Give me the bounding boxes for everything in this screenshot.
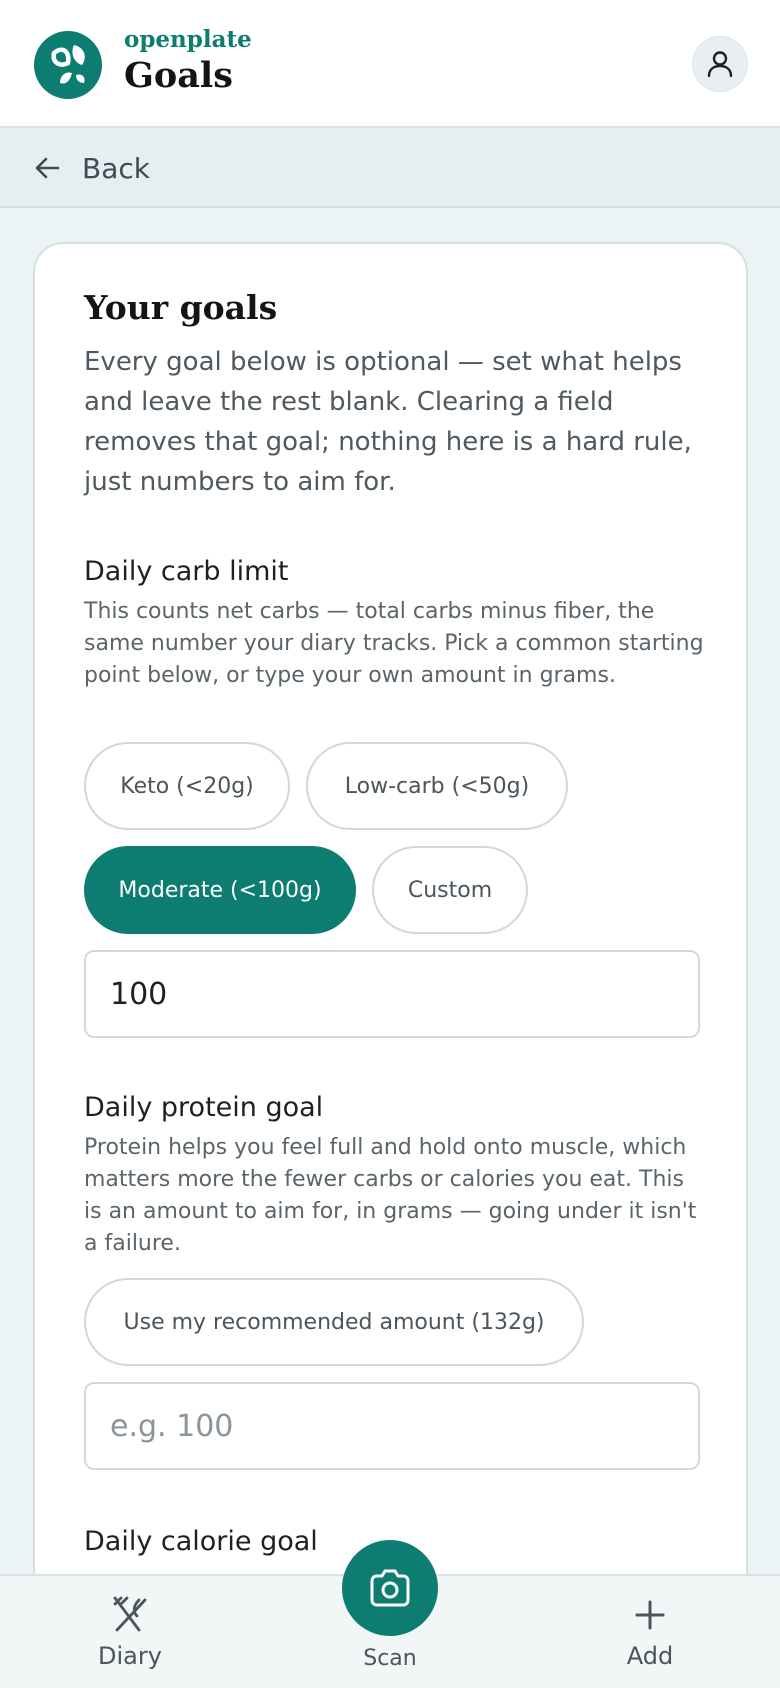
plus-icon xyxy=(635,1600,665,1630)
preset-keto[interactable]: Keto (<20g) xyxy=(84,742,290,830)
preset-custom[interactable]: Custom xyxy=(372,846,528,934)
carb-section-title: Daily carb limit xyxy=(84,556,289,587)
fork-knife-icon xyxy=(113,1596,147,1632)
preset-moderate-label: Moderate (<100g) xyxy=(118,877,322,903)
use-recommended-protein-button[interactable]: Use my recommended amount (132g) xyxy=(84,1278,584,1366)
nav-diary[interactable]: Diary xyxy=(90,1594,170,1670)
app-header: openplate Goals xyxy=(0,0,780,128)
back-button[interactable]: Back xyxy=(34,146,150,190)
preset-low-carb-label: Low-carb (<50g) xyxy=(344,773,530,799)
use-recommended-protein-label: Use my recommended amount (132g) xyxy=(123,1309,545,1335)
preset-low-carb[interactable]: Low-carb (<50g) xyxy=(306,742,568,830)
protein-section-description: Protein helps you feel full and hold ont… xyxy=(84,1135,697,1256)
profile-button[interactable] xyxy=(692,36,748,92)
arrow-left-icon xyxy=(35,157,60,179)
carb-limit-input[interactable] xyxy=(84,950,700,1038)
openplate-logo xyxy=(34,31,102,99)
nav-scan-label: Scan xyxy=(363,1646,417,1671)
back-label: Back xyxy=(82,151,150,185)
preset-moderate[interactable]: Moderate (<100g) xyxy=(84,846,356,934)
back-bar: Back xyxy=(0,128,780,208)
nav-add[interactable]: Add xyxy=(610,1594,690,1670)
preset-custom-label: Custom xyxy=(407,877,493,903)
carb-section-description: This counts net carbs — total carbs minu… xyxy=(84,599,704,688)
user-icon xyxy=(707,51,733,78)
camera-icon xyxy=(370,1569,410,1607)
calorie-section-title: Daily calorie goal xyxy=(84,1526,318,1557)
protein-section-title: Daily protein goal xyxy=(84,1092,324,1123)
brand-name: openplate xyxy=(124,26,252,53)
protein-goal-input[interactable] xyxy=(84,1382,700,1470)
intro-text: Every goal below is optional — set what … xyxy=(84,347,692,497)
scan-button[interactable] xyxy=(342,1540,438,1636)
card-title: Your goals xyxy=(84,288,278,327)
preset-keto-label: Keto (<20g) xyxy=(120,773,254,799)
page-title: Goals xyxy=(124,55,233,96)
goals-card: Your goals Every goal below is optional … xyxy=(33,242,748,1688)
nav-diary-label: Diary xyxy=(98,1642,162,1670)
nav-add-label: Add xyxy=(626,1642,674,1670)
